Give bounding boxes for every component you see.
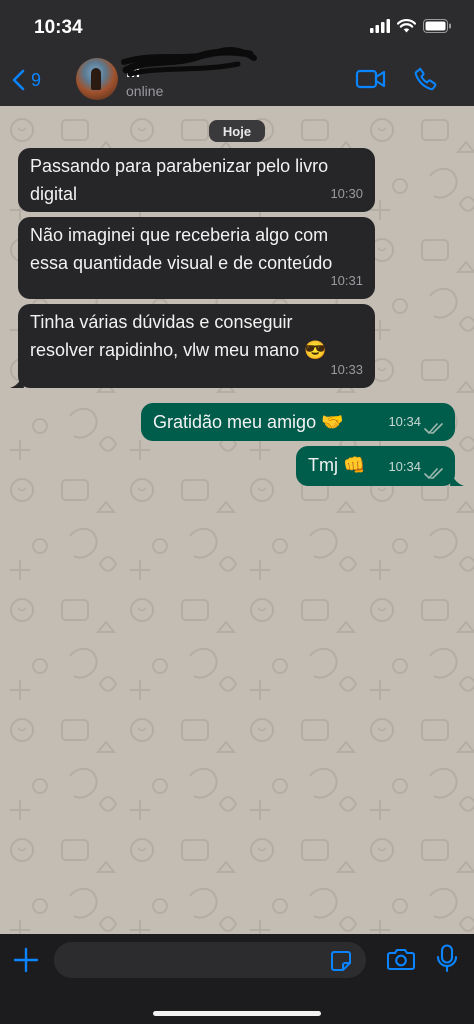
chat-area[interactable]: Hoje Passando para parabenizar pelo livr… bbox=[0, 106, 474, 934]
message-time: 10:31 bbox=[330, 273, 363, 288]
back-button[interactable]: 9 bbox=[12, 66, 41, 94]
message-text-line: Passando para parabenizar pelo livro bbox=[30, 156, 329, 176]
contact-status: online bbox=[126, 83, 164, 99]
sticker-button[interactable] bbox=[330, 950, 352, 977]
message-bubble-outgoing[interactable]: Gratidão meu amigo 🤝 10:34 bbox=[141, 403, 455, 441]
camera-button[interactable] bbox=[386, 947, 416, 976]
avatar[interactable] bbox=[76, 58, 118, 100]
cellular-signal-icon bbox=[370, 19, 390, 33]
camera-icon bbox=[386, 948, 416, 971]
message-text-line: Tinha várias dúvidas e conseguir bbox=[30, 312, 293, 332]
message-text-line: resolver rapidinho, vlw meu mano 😎 bbox=[30, 340, 327, 360]
message-bubble-outgoing[interactable]: Tmj 👊 10:34 bbox=[296, 446, 455, 486]
message-time: 10:30 bbox=[330, 186, 363, 201]
message-bubble-incoming[interactable]: Passando para parabenizar pelo livro dig… bbox=[18, 148, 375, 212]
message-text: Tmj 👊 bbox=[308, 455, 366, 475]
message-time: 10:34 bbox=[388, 459, 421, 474]
video-call-button[interactable] bbox=[355, 68, 387, 95]
attach-button[interactable] bbox=[13, 947, 39, 978]
battery-icon bbox=[423, 19, 451, 33]
message-text: Gratidão meu amigo 🤝 bbox=[153, 412, 344, 432]
date-separator: Hoje bbox=[209, 120, 265, 142]
message-text-line: essa quantidade visual e de conteúdo bbox=[30, 253, 333, 273]
chevron-left-icon bbox=[12, 69, 25, 91]
message-bubble-incoming[interactable]: Não imaginei que receberia algo com essa… bbox=[18, 217, 375, 299]
message-time: 10:34 bbox=[388, 414, 421, 429]
message-time: 10:33 bbox=[330, 362, 363, 377]
phone-icon bbox=[414, 67, 437, 91]
redaction-scribble bbox=[121, 47, 257, 77]
message-text-line: digital bbox=[30, 184, 78, 204]
video-camera-icon bbox=[355, 69, 386, 89]
microphone-button[interactable] bbox=[436, 944, 458, 979]
wifi-icon bbox=[397, 19, 416, 33]
input-bar bbox=[0, 934, 474, 1024]
status-icons bbox=[370, 19, 452, 33]
chat-header: 9 M online bbox=[0, 47, 474, 106]
read-receipt-icon bbox=[424, 468, 443, 480]
unread-count: 9 bbox=[31, 69, 42, 90]
bubble-tail-incoming bbox=[10, 376, 24, 388]
status-time: 10:34 bbox=[34, 17, 83, 38]
message-text-line: Não imaginei que receberia algo com bbox=[30, 225, 329, 245]
voice-call-button[interactable] bbox=[413, 66, 439, 97]
bubble-tail-outgoing bbox=[450, 474, 464, 486]
message-input[interactable] bbox=[54, 942, 366, 978]
microphone-icon bbox=[436, 944, 458, 973]
sticker-icon bbox=[331, 951, 351, 971]
plus-icon bbox=[13, 947, 39, 973]
read-receipt-icon bbox=[424, 423, 443, 435]
home-indicator bbox=[153, 1011, 321, 1016]
message-bubble-incoming[interactable]: Tinha várias dúvidas e conseguir resolve… bbox=[18, 304, 375, 388]
